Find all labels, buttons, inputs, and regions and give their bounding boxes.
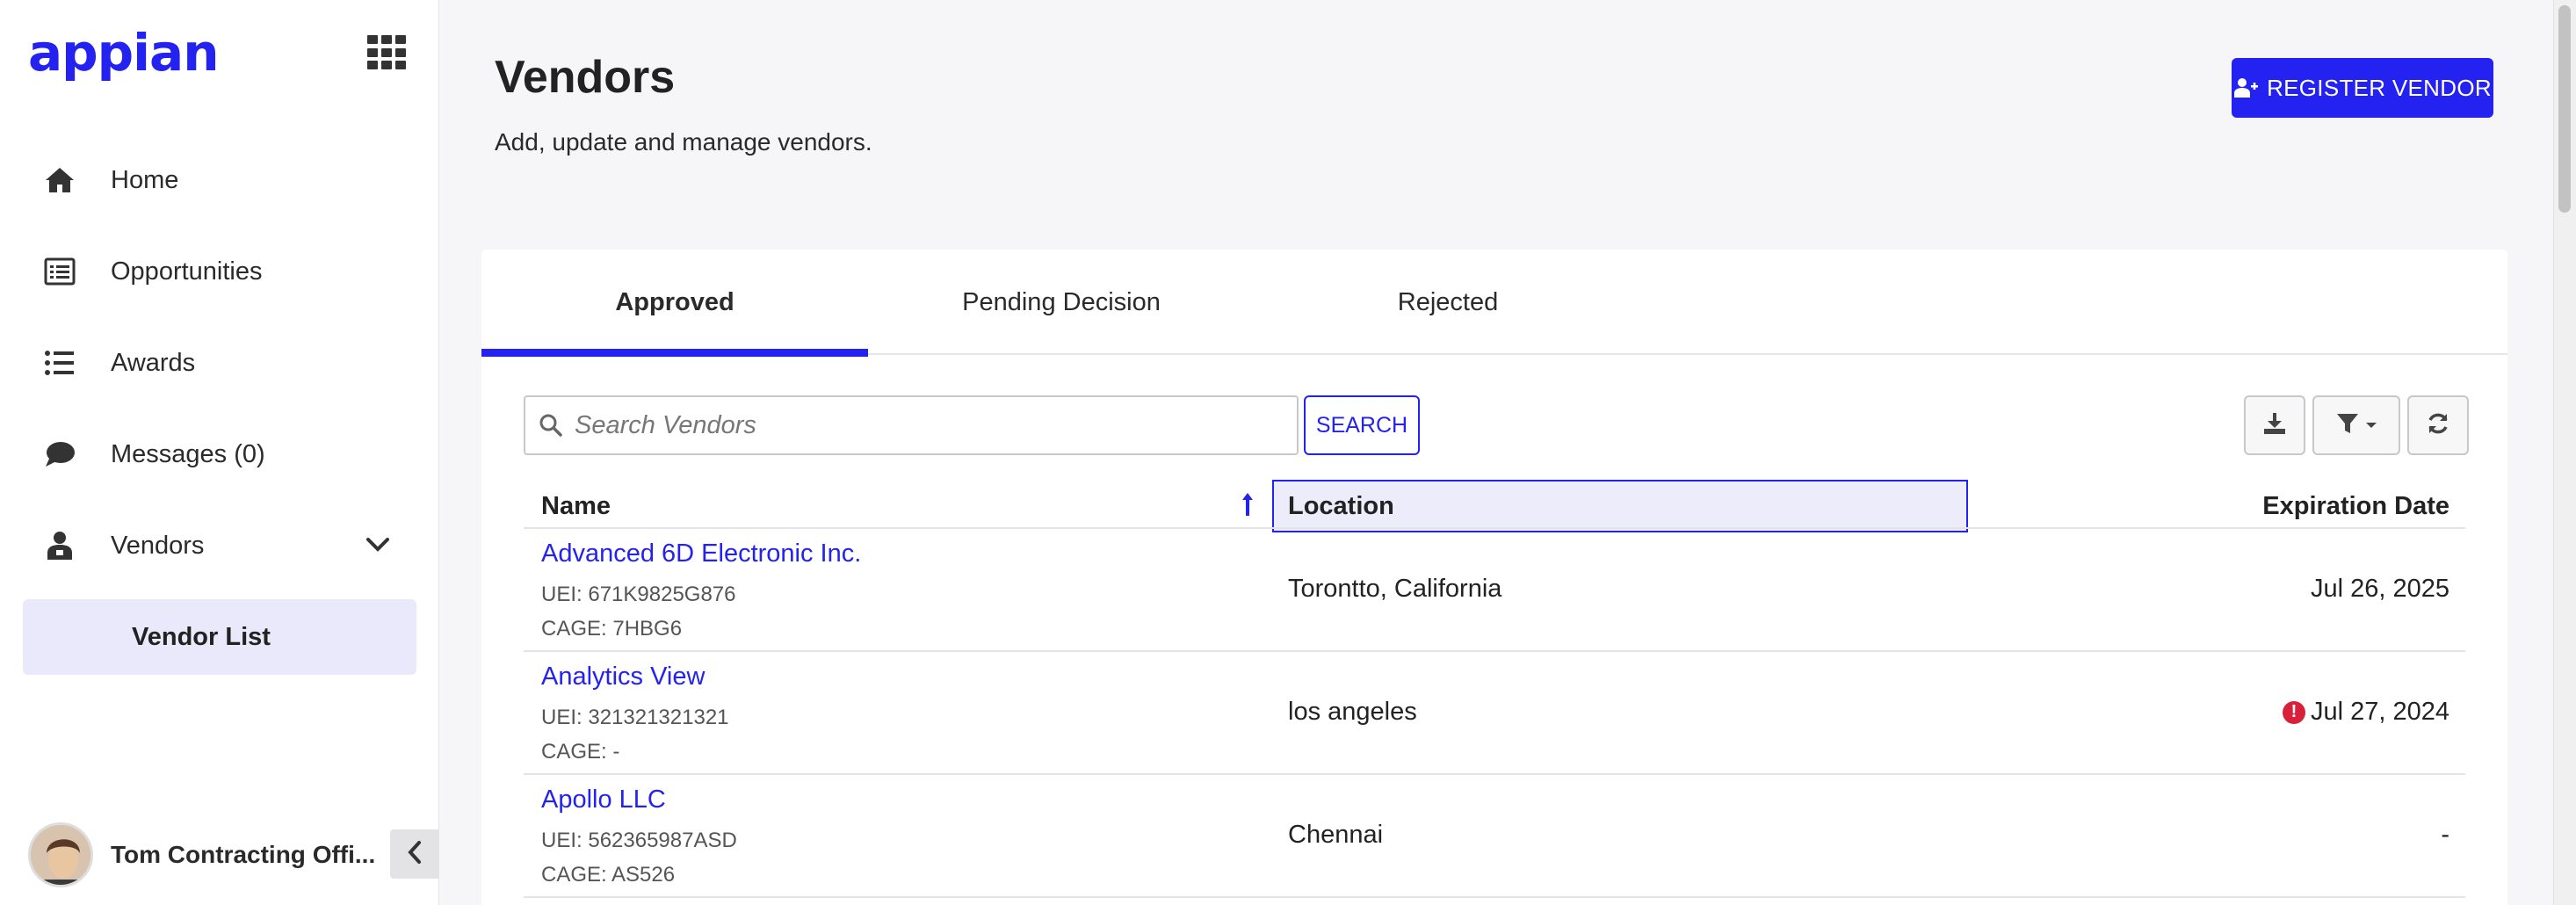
refresh-icon — [2426, 411, 2450, 440]
tab-bar: Approved Pending Decision Rejected — [481, 250, 2507, 357]
download-icon — [2262, 411, 2287, 440]
vendor-expiration: ! Jul 27, 2024 — [2282, 698, 2449, 727]
column-header-expiration-date[interactable]: Expiration Date — [2262, 480, 2449, 532]
divider — [524, 650, 2465, 652]
tab-pending-decision[interactable]: Pending Decision — [868, 250, 1255, 355]
collapse-sidebar-button[interactable] — [390, 829, 439, 879]
tab-rejected[interactable]: Rejected — [1255, 250, 1641, 355]
expiration-date: Jul 27, 2024 — [2310, 698, 2449, 726]
table-row: Advanced 6D Electronic Inc. UEI: 671K982… — [541, 539, 861, 646]
sidebar-item-messages[interactable]: Messages (0) — [42, 428, 265, 481]
sidebar-item-label: Home — [111, 165, 179, 194]
tab-label: Rejected — [1397, 287, 1499, 316]
search-field[interactable] — [524, 395, 1299, 455]
vendor-location: los angeles — [1288, 698, 1417, 726]
search-button[interactable]: SEARCH — [1304, 395, 1420, 455]
column-header-location[interactable]: Location — [1272, 480, 1968, 532]
sidebar-item-label: Vendors — [111, 531, 205, 560]
register-vendor-label: REGISTER VENDOR — [2267, 74, 2492, 101]
home-icon — [42, 163, 77, 198]
search-input[interactable] — [575, 410, 1277, 440]
column-label: Name — [541, 491, 611, 520]
chevron-left-icon — [407, 840, 423, 869]
user-icon — [42, 528, 77, 563]
sidebar-item-label: Opportunities — [111, 257, 263, 286]
sidebar-subitem-label: Vendor List — [132, 622, 271, 651]
sidebar-item-home[interactable]: Home — [42, 154, 178, 206]
page-scrollbar[interactable] — [2553, 0, 2576, 905]
caret-down-icon — [2365, 421, 2377, 430]
vendor-uei: UEI: 321321321321 — [541, 706, 729, 729]
sidebar-subitem-vendor-list[interactable]: Vendor List — [23, 599, 416, 675]
list-icon — [42, 345, 77, 380]
scrollbar-thumb[interactable] — [2558, 5, 2571, 213]
vendor-name-link[interactable]: Analytics View — [541, 662, 729, 691]
user-profile[interactable]: Tom Contracting Offi... — [28, 822, 375, 887]
tab-label: Approved — [615, 287, 734, 316]
refresh-button[interactable] — [2407, 395, 2469, 455]
user-plus-icon — [2233, 77, 2259, 98]
avatar — [28, 822, 93, 887]
sidebar-item-vendors[interactable]: Vendors — [42, 519, 204, 572]
comment-icon — [42, 437, 77, 472]
table-row: Apollo LLC UEI: 562365987ASD CAGE: AS526 — [541, 786, 737, 892]
list-alt-icon — [42, 254, 77, 289]
sidebar-item-label: Awards — [111, 348, 196, 377]
download-button[interactable] — [2244, 395, 2305, 455]
vendor-name-link[interactable]: Advanced 6D Electronic Inc. — [541, 539, 861, 568]
vendor-expiration: Jul 26, 2025 — [2311, 575, 2449, 604]
apps-grid-icon[interactable] — [367, 35, 408, 70]
divider — [524, 773, 2465, 775]
register-vendor-button[interactable]: REGISTER VENDOR — [2232, 58, 2493, 118]
sidebar-item-label: Messages (0) — [111, 439, 265, 468]
expiration-date: - — [2441, 821, 2449, 849]
appian-logo[interactable]: appian — [28, 23, 219, 83]
vendor-location: Torontto, California — [1288, 575, 1502, 603]
sidebar-item-opportunities[interactable]: Opportunities — [42, 245, 263, 298]
tab-label: Pending Decision — [962, 287, 1161, 316]
vendor-cage: CAGE: 7HBG6 — [541, 617, 683, 641]
vendor-cage: CAGE: AS526 — [541, 863, 676, 887]
column-label: Expiration Date — [2262, 491, 2449, 520]
divider — [524, 896, 2465, 898]
sidebar-item-awards[interactable]: Awards — [42, 337, 195, 389]
vendor-cage: CAGE: - — [541, 740, 620, 764]
user-name: Tom Contracting Offi... — [111, 841, 376, 868]
vendor-expiration: - — [2441, 821, 2449, 850]
sidebar: appian Home Opportunities Awards Message… — [0, 0, 439, 905]
divider — [524, 527, 2465, 529]
search-icon — [539, 414, 562, 437]
expiration-date: Jul 26, 2025 — [2310, 575, 2449, 603]
tab-approved[interactable]: Approved — [481, 250, 868, 357]
column-header-name[interactable]: Name — [541, 480, 611, 532]
filter-button[interactable] — [2312, 395, 2400, 455]
vendor-name-link[interactable]: Apollo LLC — [541, 786, 737, 814]
sort-ascending-icon[interactable] — [1237, 487, 1258, 522]
column-label: Location — [1288, 491, 1394, 520]
page-title: Vendors — [495, 52, 676, 103]
table-row: Analytics View UEI: 321321321321 CAGE: - — [541, 662, 729, 769]
exclamation-circle-icon: ! — [2282, 700, 2305, 724]
vendor-uei: UEI: 671K9825G876 — [541, 583, 736, 606]
page-subtitle: Add, update and manage vendors. — [495, 128, 872, 156]
vendor-uei: UEI: 562365987ASD — [541, 829, 737, 852]
vendor-location: Chennai — [1288, 821, 1384, 849]
chevron-down-icon[interactable] — [360, 527, 395, 562]
filter-icon — [2335, 411, 2360, 440]
vendors-card: Approved Pending Decision Rejected SEARC… — [481, 250, 2507, 905]
